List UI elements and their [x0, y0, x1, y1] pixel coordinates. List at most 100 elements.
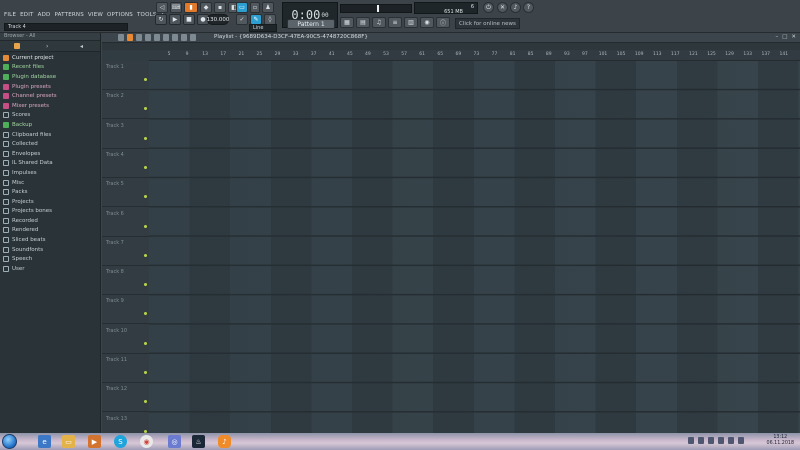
browser-star-icon[interactable] [14, 43, 20, 49]
track-header[interactable]: Track 8 [102, 266, 149, 296]
tray-icon-5[interactable] [728, 437, 734, 444]
track-header[interactable]: Track 12 [102, 383, 149, 413]
master-volume-meter[interactable] [340, 4, 412, 13]
track-header[interactable]: Track 3 [102, 120, 149, 149]
pointer-icon[interactable]: ♟ [262, 2, 274, 13]
taskbar-clock[interactable]: 13:12 06.11.2018 [767, 435, 794, 447]
playlist-zoom-icon[interactable] [181, 34, 187, 41]
playlist-mute-icon[interactable] [145, 34, 151, 41]
browser-item[interactable]: Envelopes [0, 149, 100, 159]
close-icon[interactable]: ✕ [497, 2, 508, 13]
track-active-led[interactable] [144, 224, 147, 228]
browser-item[interactable]: IL Shared Data [0, 159, 100, 169]
plugin-picker-icon[interactable]: ◉ [420, 17, 434, 28]
start-button[interactable] [2, 434, 17, 449]
browser-icon[interactable]: ▥ [404, 17, 418, 28]
track-active-led[interactable] [144, 165, 147, 169]
browser-item[interactable]: Speech [0, 254, 100, 264]
discord-icon[interactable]: ◎ [168, 435, 181, 448]
browser-item[interactable]: Impulses [0, 168, 100, 178]
browser-item[interactable]: Sliced beats [0, 235, 100, 245]
playlist-icon[interactable]: ≡ [388, 17, 402, 28]
timeline-ruler[interactable]: 5 9 13 17 21 25 29 33 37 41 45 49 53 57 61 65 69 73 77 81 85… [149, 50, 800, 61]
piano-roll-icon[interactable]: ♫ [372, 17, 386, 28]
pattern-song-toggle[interactable]: ▮ [184, 2, 198, 13]
browser-item[interactable]: Recent files [0, 63, 100, 73]
playlist-delete-icon[interactable] [136, 34, 142, 41]
browser-item[interactable]: Recorded [0, 216, 100, 226]
track-header[interactable]: Track 7 [102, 237, 149, 266]
loop-icon[interactable]: ↻ [155, 14, 167, 25]
fl-studio-taskbar-icon[interactable]: ♪ [218, 435, 231, 448]
song-mode-icon[interactable]: ◁ [156, 2, 168, 13]
menu-item[interactable]: OPTIONS [107, 12, 133, 18]
tempo-display[interactable]: 130.000 [207, 14, 229, 25]
playlist-pencil-icon[interactable] [118, 34, 124, 41]
track-active-led[interactable] [144, 136, 147, 140]
browser-item[interactable]: Backup [0, 120, 100, 130]
metronome-icon[interactable]: ◆ [200, 2, 212, 13]
browser-arrow-icon[interactable]: › [46, 43, 48, 50]
tray-icon-4[interactable] [718, 437, 724, 444]
playlist-slip-icon[interactable] [154, 34, 160, 41]
track-header[interactable]: Track 10 [102, 325, 149, 354]
browser-item[interactable]: Clipboard files [0, 130, 100, 140]
browser-item[interactable]: Current project [0, 53, 100, 63]
stop-button[interactable]: ■ [183, 14, 195, 25]
menu-item[interactable]: ADD [38, 12, 51, 18]
explorer-icon[interactable]: ▭ [62, 435, 75, 448]
track-active-led[interactable] [144, 78, 147, 81]
track-header[interactable]: Track 6 [102, 208, 149, 237]
ie-icon[interactable]: e [38, 435, 51, 448]
help-icon[interactable]: ? [523, 2, 534, 13]
microphone-icon[interactable]: ♪ [510, 2, 521, 13]
menu-item[interactable]: TOOLS [137, 12, 157, 18]
browser-item[interactable]: Collected [0, 139, 100, 149]
track-header[interactable]: Track 11 [102, 354, 149, 383]
typing-keyboard-icon[interactable]: ⌨ [170, 2, 182, 13]
track-header[interactable]: Track 1 [102, 61, 149, 90]
draw-icon[interactable]: ✓ [236, 14, 248, 25]
track-active-led[interactable] [144, 341, 147, 345]
project-info-icon[interactable]: ⓘ [436, 17, 450, 28]
browser-item[interactable]: Packs [0, 187, 100, 197]
browser-item[interactable]: Plugin presets [0, 82, 100, 92]
browser-item[interactable]: Plugin database [0, 72, 100, 82]
mixer-icon[interactable]: ▦ [340, 17, 354, 28]
skype-icon[interactable]: S [114, 435, 127, 448]
track-active-led[interactable] [144, 107, 147, 111]
steam-icon[interactable]: ♨ [192, 435, 205, 448]
online-news-button[interactable]: Click for online news [455, 18, 520, 29]
browser-item[interactable]: Rendered [0, 226, 100, 236]
track-header[interactable]: Track 5 [102, 178, 149, 208]
playlist-brush-icon[interactable] [127, 34, 133, 41]
track-header[interactable]: Track 2 [102, 90, 149, 120]
snap-icon[interactable]: ▭ [236, 2, 248, 13]
track-header[interactable]: Track 9 [102, 295, 149, 325]
track-active-led[interactable] [144, 312, 147, 316]
window-icon[interactable]: ▫ [250, 2, 260, 13]
snap-select[interactable]: Line [249, 24, 277, 32]
menu-item[interactable]: EDIT [20, 12, 34, 18]
menu-item[interactable]: PATTERNS [54, 12, 83, 18]
playlist-play-icon[interactable] [190, 34, 196, 41]
channel-rack-icon[interactable]: ▤ [356, 17, 370, 28]
pattern-selector[interactable]: Pattern 1 [287, 19, 335, 29]
record-settings-icon[interactable]: ▪ [214, 2, 226, 13]
close-icon[interactable]: ✕ [791, 34, 796, 40]
tray-icon-2[interactable] [698, 437, 704, 444]
playlist-grid[interactable] [149, 61, 800, 433]
track-header[interactable]: Track 4 [102, 149, 149, 178]
maximize-icon[interactable]: □ [782, 34, 787, 40]
minimize-icon[interactable]: – [775, 34, 778, 40]
track-active-led[interactable] [144, 400, 147, 404]
browser-item[interactable]: Soundfonts [0, 245, 100, 255]
browser-item[interactable]: Misc [0, 178, 100, 188]
tray-icon-3[interactable] [708, 437, 714, 444]
browser-item[interactable]: Projects bones [0, 207, 100, 217]
browser-item[interactable]: Projects [0, 197, 100, 207]
track-active-led[interactable] [144, 283, 147, 287]
browser-item[interactable]: Scores [0, 111, 100, 121]
media-player-icon[interactable]: ▶ [88, 435, 101, 448]
browser-collapse-icon[interactable]: ◂ [80, 43, 83, 50]
